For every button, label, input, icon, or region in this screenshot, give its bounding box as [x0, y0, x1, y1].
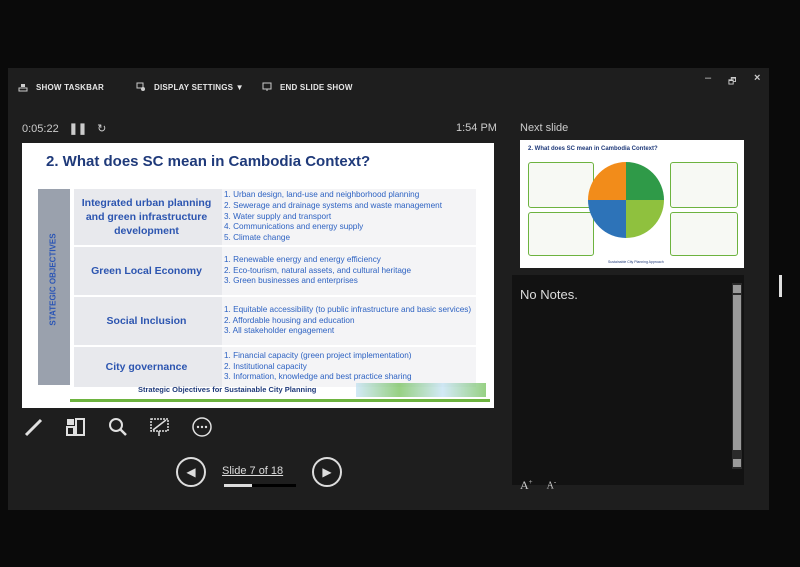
objective-item: 3. All stakeholder engagement [224, 326, 335, 336]
close-button[interactable]: × [754, 72, 760, 84]
objective-item: 3. Information, knowledge and best pract… [224, 372, 412, 382]
thumbnail-box [528, 162, 594, 208]
more-options-icon[interactable] [190, 415, 214, 439]
objective-row: Green Local Economy 1. Renewable energy … [74, 245, 476, 295]
previous-slide-button[interactable]: ◀ [176, 457, 206, 487]
font-size-controls: A+ A- [520, 478, 556, 493]
next-arrow-icon: ▶ [322, 465, 332, 479]
current-slide[interactable]: 2. What does SC mean in Cambodia Context… [22, 143, 494, 408]
city-skyline-image [356, 383, 486, 397]
next-slide-title: 2. What does SC mean in Cambodia Context… [528, 146, 658, 152]
objective-name: Green Local Economy [91, 264, 202, 277]
objective-item: 4. Communications and energy supply [224, 222, 364, 232]
outer-scroll-indicator[interactable] [779, 275, 782, 297]
pause-icon[interactable]: ❚❚ [69, 122, 87, 135]
thumbnail-box [528, 212, 594, 256]
objective-list: 1. Renewable energy and energy efficienc… [222, 247, 476, 295]
objective-item: 2. Affordable housing and education [224, 315, 355, 325]
increase-font-button[interactable]: A+ [520, 478, 533, 493]
notes-text[interactable]: No Notes. [520, 287, 578, 302]
slide-footer: Strategic Objectives for Sustainable Cit… [70, 383, 490, 402]
clock: 1:54 PM [456, 122, 497, 134]
objective-row: Social Inclusion 1. Equitable accessibil… [74, 295, 476, 345]
end-slide-show-button[interactable]: END SLIDE SHOW [262, 80, 353, 94]
decrease-font-label: A [546, 480, 554, 492]
slide-progress-fill [224, 484, 253, 487]
objective-list: 1. Equitable accessibility (to public in… [222, 297, 476, 345]
objective-list: 1. Financial capacity (green project imp… [222, 347, 476, 387]
objective-item: 5. Climate change [224, 232, 290, 242]
objective-name: Social Inclusion [106, 314, 187, 327]
thumbnail-box [670, 162, 738, 208]
black-screen-icon[interactable] [148, 415, 172, 439]
objective-item: 1. Financial capacity (green project imp… [224, 351, 412, 361]
elapsed-time: 0:05:22 [22, 122, 59, 135]
strategic-objectives-bar: STATEGIC OBJECTIVES [38, 189, 70, 385]
strategic-objectives-label: STATEGIC OBJECTIVES [48, 233, 58, 326]
objective-item: 1. Equitable accessibility (to public in… [224, 305, 472, 315]
slide-footer-text: Strategic Objectives for Sustainable Cit… [138, 385, 317, 394]
slide-tools [22, 415, 214, 439]
scroll-down-button[interactable] [733, 459, 741, 467]
slide-title: 2. What does SC mean in Cambodia Context… [46, 153, 371, 170]
top-black-area [0, 0, 800, 68]
objective-name: City governance [105, 360, 188, 373]
scroll-up-button[interactable] [733, 285, 741, 293]
next-slide-footer: Sustainable City Planning Approach [608, 260, 664, 264]
objective-item: 2. Sewerage and drainage systems and was… [224, 201, 443, 211]
show-taskbar-button[interactable]: SHOW TASKBAR [18, 80, 104, 94]
decrease-font-button[interactable]: A- [547, 478, 557, 493]
restore-button[interactable]: 🗗 [728, 74, 736, 90]
objective-row: City governance 1. Financial capacity (g… [74, 345, 476, 387]
display-settings-icon [136, 82, 145, 91]
pen-icon[interactable] [22, 415, 46, 439]
slide-navigation: ◀ Slide 7 of 18 ▶ [176, 457, 346, 491]
notes-scrollbar[interactable] [732, 283, 742, 469]
end-slide-show-label: END SLIDE SHOW [280, 82, 353, 92]
objective-list: 1. Urban design, land-use and neighborho… [222, 189, 476, 245]
previous-arrow-icon: ◀ [186, 465, 196, 479]
next-slide-button[interactable]: ▶ [312, 457, 342, 487]
display-settings-label: DISPLAY SETTINGS ▼ [154, 82, 244, 92]
restart-icon[interactable]: ↻ [97, 122, 106, 135]
objective-item: 1. Renewable energy and energy efficienc… [224, 255, 381, 265]
minimize-button[interactable]: – [705, 72, 711, 84]
objective-name: Integrated urban planning and green infr… [81, 196, 212, 238]
next-slide-thumbnail[interactable]: 2. What does SC mean in Cambodia Context… [520, 140, 744, 268]
slide-counter[interactable]: Slide 7 of 18 [222, 465, 283, 477]
timer-bar: 0:05:22 ❚❚ ↻ [22, 122, 106, 136]
see-all-slides-icon[interactable] [64, 415, 88, 439]
end-show-icon [262, 82, 272, 91]
display-settings-button[interactable]: DISPLAY SETTINGS ▼ [136, 80, 244, 94]
thumbnail-pie-graphic [588, 162, 664, 238]
objective-item: 1. Urban design, land-use and neighborho… [224, 190, 420, 200]
thumbnail-box [670, 212, 738, 256]
objective-row: Integrated urban planning and green infr… [74, 187, 476, 245]
slide-progress-bar [224, 484, 296, 487]
next-slide-label: Next slide [520, 122, 569, 134]
taskbar-icon [18, 84, 28, 92]
increase-font-label: A [520, 478, 529, 492]
objective-item: 3. Water supply and transport [224, 211, 332, 221]
notes-panel [512, 275, 744, 485]
objective-item: 2. Eco-tourism, natural assets, and cult… [224, 265, 412, 275]
scroll-thumb[interactable] [733, 295, 741, 450]
objective-item: 3. Green businesses and enterprises [224, 276, 358, 286]
zoom-icon[interactable] [106, 415, 130, 439]
objective-item: 2. Institutional capacity [224, 361, 307, 371]
show-taskbar-label: SHOW TASKBAR [36, 82, 105, 92]
